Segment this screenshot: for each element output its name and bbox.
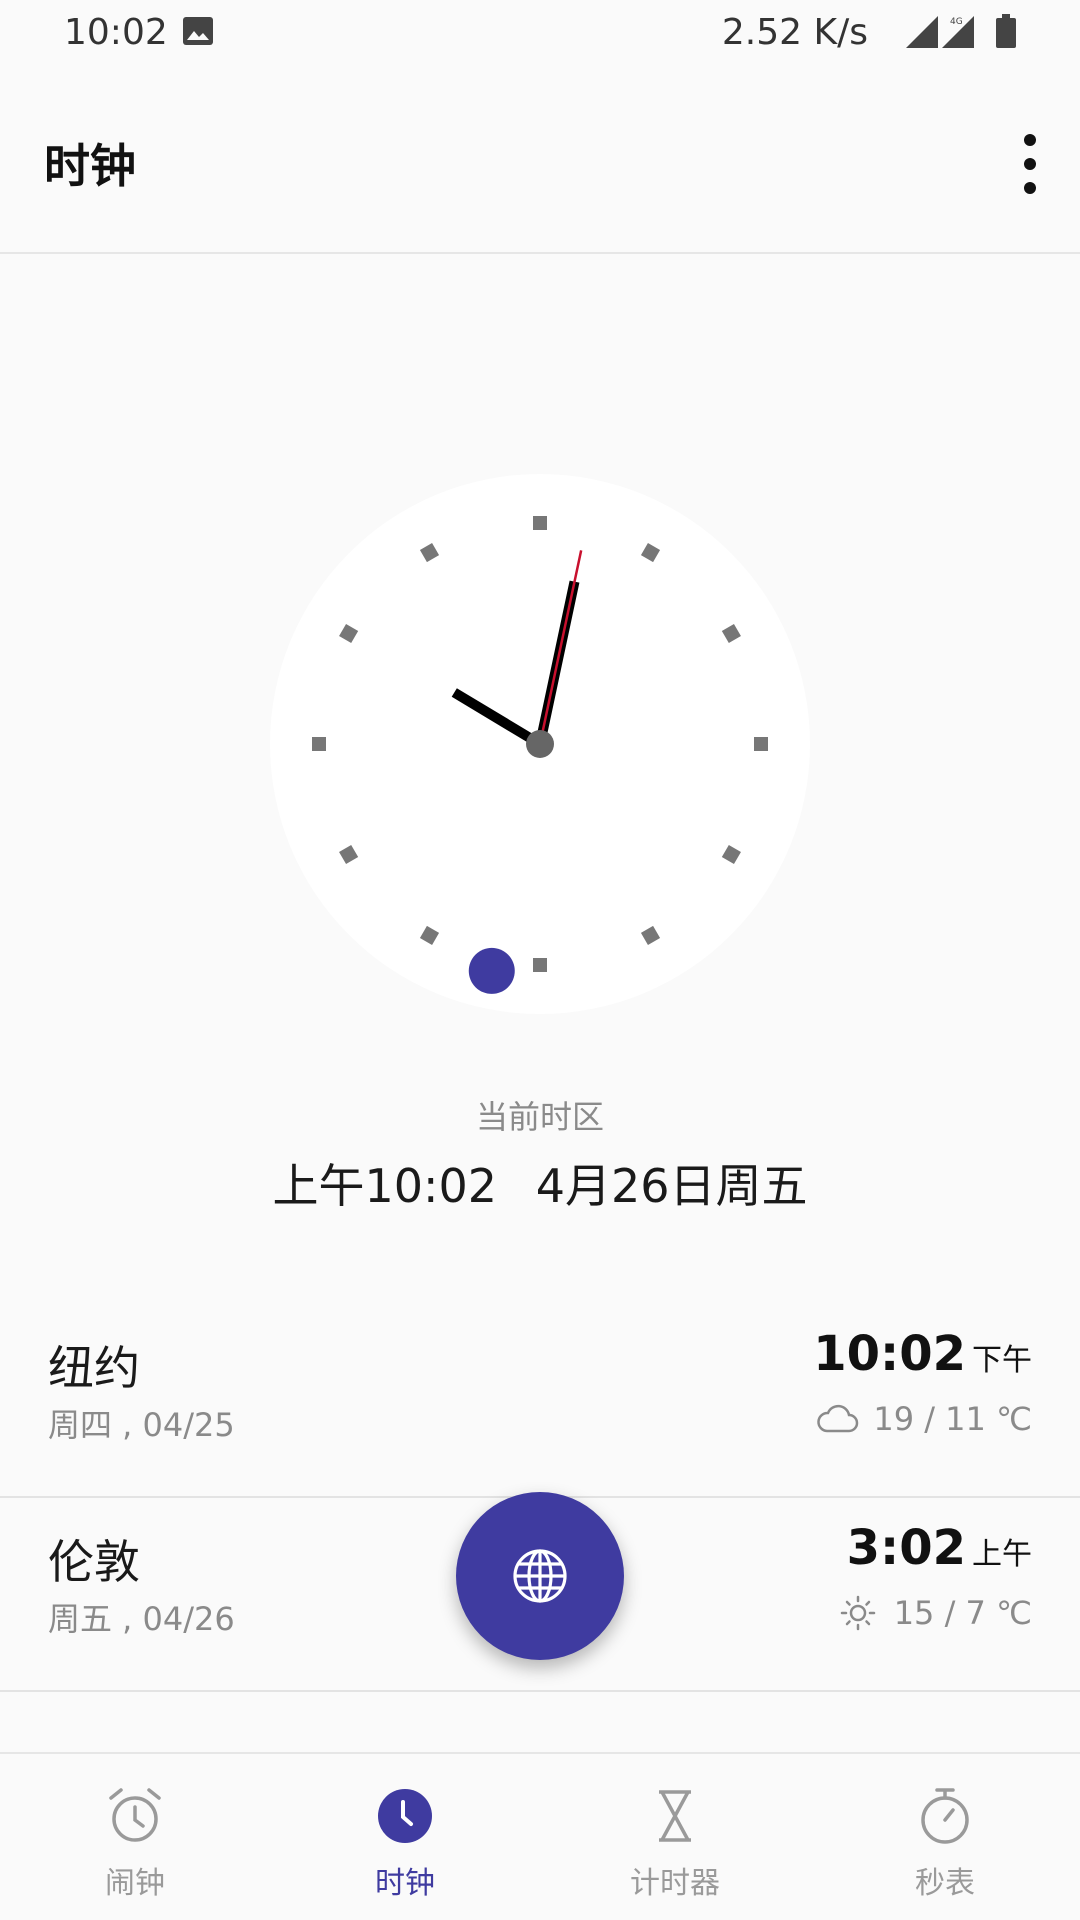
network-speed: 2.52 K/s bbox=[721, 12, 868, 53]
page-title: 时钟 bbox=[44, 139, 136, 193]
svg-text:4G: 4G bbox=[950, 17, 963, 27]
temperature: 19 / 11 ℃ bbox=[873, 1400, 1032, 1438]
city-name: 伦敦 bbox=[48, 1535, 140, 1589]
hour-tick bbox=[533, 958, 547, 972]
current-zone-time: 上午10:02 4月26日周五 bbox=[0, 1150, 1080, 1216]
hour-tick bbox=[754, 737, 768, 751]
city-time-value: 3:02 bbox=[846, 1520, 966, 1576]
cloud-icon bbox=[817, 1404, 859, 1433]
city-time: 10:02 下午 bbox=[813, 1326, 1032, 1382]
nav-clock[interactable]: 时钟 bbox=[270, 1754, 540, 1920]
status-bar: 10:02 2.52 K/s 4G bbox=[0, 0, 1080, 66]
clock-center bbox=[526, 730, 554, 758]
bottom-nav: 闹钟 时钟 计时器 秒表 bbox=[0, 1752, 1080, 1920]
hourglass-icon bbox=[659, 1790, 691, 1842]
current-time: 上午10:02 bbox=[272, 1159, 498, 1213]
hour-tick bbox=[312, 737, 326, 751]
temperature: 15 / 7 ℃ bbox=[893, 1594, 1032, 1632]
weather: 19 / 11 ℃ bbox=[815, 1400, 1032, 1438]
weather: 15 / 7 ℃ bbox=[836, 1594, 1032, 1632]
clock-icon bbox=[378, 1789, 432, 1843]
image-icon bbox=[183, 17, 213, 45]
list-item[interactable]: 纽约 周四 , 04/25 10:02 下午 19 / 11 ℃ bbox=[0, 1304, 1080, 1498]
city-name: 纽约 bbox=[48, 1341, 140, 1395]
nav-label: 秒表 bbox=[915, 1866, 975, 1901]
battery-icon bbox=[996, 14, 1016, 48]
city-time-ampm: 下午 bbox=[972, 1343, 1032, 1378]
status-time: 10:02 bbox=[64, 12, 168, 53]
city-time: 3:02 上午 bbox=[847, 1520, 1032, 1576]
city-date: 周四 , 04/25 bbox=[48, 1406, 235, 1444]
city-time-ampm: 上午 bbox=[972, 1537, 1032, 1572]
current-date: 4月26日周五 bbox=[535, 1159, 808, 1213]
city-date: 周五 , 04/26 bbox=[48, 1600, 235, 1638]
stopwatch-icon bbox=[921, 1788, 969, 1844]
nav-label: 时钟 bbox=[375, 1866, 435, 1901]
hour-tick bbox=[533, 516, 547, 530]
nav-alarm[interactable]: 闹钟 bbox=[0, 1754, 270, 1920]
nav-label: 闹钟 bbox=[105, 1866, 165, 1901]
seconds-indicator bbox=[468, 947, 515, 994]
nav-timer[interactable]: 计时器 bbox=[540, 1754, 810, 1920]
more-vert-icon[interactable] bbox=[1002, 126, 1058, 202]
add-city-button[interactable] bbox=[456, 1492, 624, 1660]
app-bar: 时钟 bbox=[0, 66, 1080, 254]
city-time-value: 10:02 bbox=[813, 1326, 966, 1382]
nav-stopwatch[interactable]: 秒表 bbox=[810, 1754, 1080, 1920]
alarm-icon bbox=[109, 1788, 161, 1842]
nav-label: 计时器 bbox=[630, 1866, 720, 1901]
signal-4g-icon: 4G bbox=[942, 16, 974, 48]
current-zone-label: 当前时区 bbox=[475, 1098, 604, 1136]
analog-clock bbox=[268, 472, 812, 1016]
sun-icon bbox=[840, 1595, 875, 1631]
globe-icon bbox=[513, 1549, 567, 1603]
signal-icon bbox=[906, 16, 938, 48]
